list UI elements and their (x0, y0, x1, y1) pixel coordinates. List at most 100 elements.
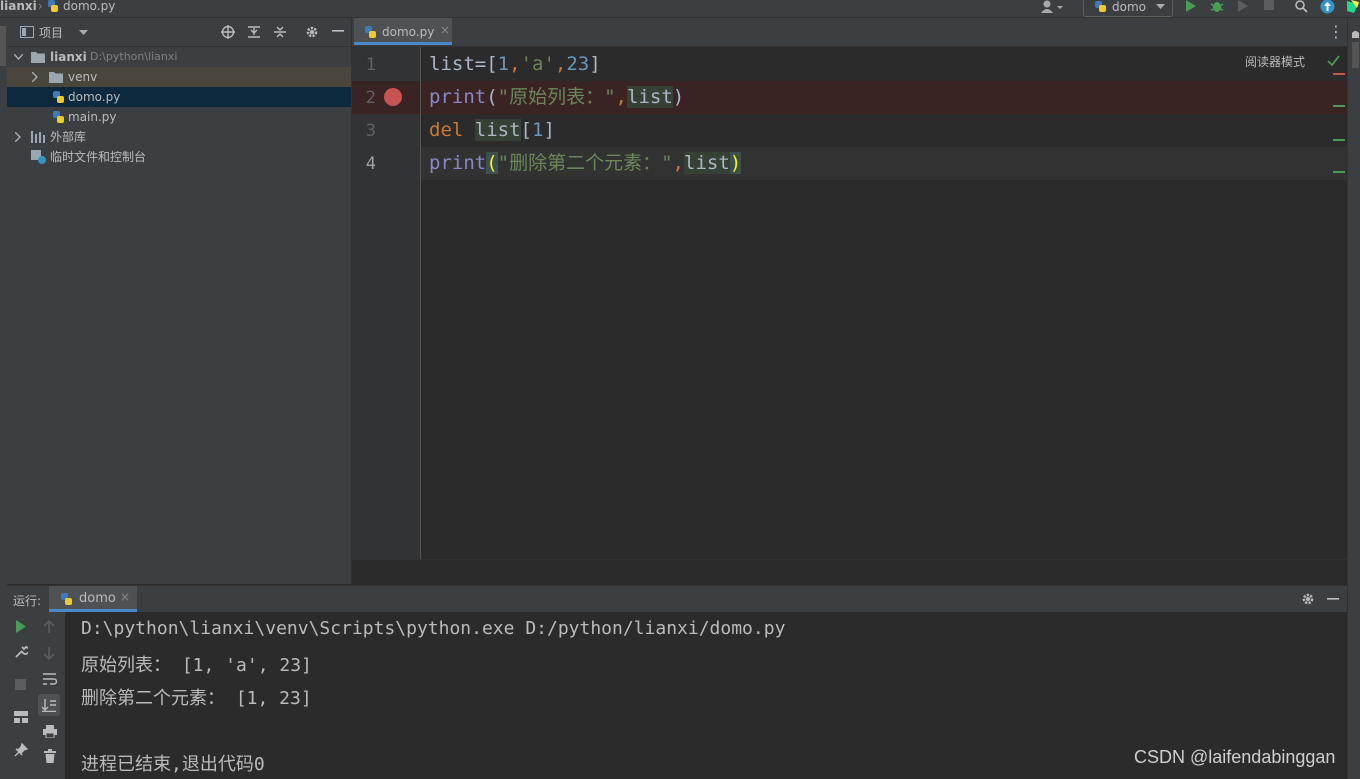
close-icon[interactable]: × (120, 590, 130, 604)
gear-icon[interactable] (1301, 592, 1315, 606)
tree-item-label: 临时文件和控制台 (50, 150, 147, 164)
update-icon[interactable] (1320, 0, 1335, 14)
error-stripe-mark[interactable] (1333, 73, 1345, 75)
run-config-label: domo (1112, 0, 1146, 14)
token: "删除第二个元素：" (497, 152, 673, 174)
right-tool-strip (1347, 18, 1360, 779)
python-icon (1095, 1, 1106, 12)
run-panel-header: 运行: domo × (7, 585, 1347, 613)
token: del (429, 119, 464, 141)
run-icon[interactable] (1185, 0, 1197, 12)
inspection-ok-icon[interactable] (1327, 55, 1340, 66)
minimize-icon[interactable] (1327, 598, 1339, 601)
token: ( (486, 152, 498, 174)
tab-label: domo.py (382, 25, 435, 39)
search-icon[interactable] (1294, 0, 1308, 14)
chevron-down-icon[interactable] (79, 30, 88, 36)
folder-icon (49, 72, 63, 83)
token: ) (729, 152, 742, 174)
tree-item-scratches[interactable]: 临时文件和控制台 (7, 147, 351, 167)
breakpoint-icon[interactable] (383, 87, 403, 107)
stop-icon[interactable] (1263, 0, 1275, 12)
ide-logo-icon[interactable] (1345, 0, 1360, 14)
minimize-icon[interactable] (332, 30, 344, 33)
token: , (672, 152, 684, 174)
run-tab-domo[interactable]: domo × (49, 586, 137, 612)
token: ] (543, 119, 555, 141)
rerun-icon[interactable] (15, 620, 27, 633)
arrow-down-icon[interactable] (43, 646, 55, 660)
run-panel-label: 运行: (13, 594, 42, 608)
expand-all-icon[interactable] (247, 25, 261, 39)
soft-wrap-icon[interactable] (42, 672, 57, 686)
project-panel-header: 项目 (7, 18, 351, 47)
user-icon[interactable] (1040, 0, 1066, 14)
tree-item-label: lianxi (50, 50, 87, 64)
code-line-2: print("原始列表：",list) (429, 81, 684, 114)
pin-icon[interactable] (14, 743, 28, 757)
navigation-bar: lianxi › domo.py domo (0, 0, 1360, 18)
close-icon[interactable]: × (440, 23, 450, 37)
project-panel: 项目 lianxi D:\python\lianxi venv domo.py (7, 18, 352, 584)
project-view-icon (20, 26, 34, 38)
coverage-icon[interactable] (1236, 0, 1250, 13)
locate-target-icon[interactable] (221, 25, 235, 39)
code-line-1: list=[1,'a',23] (429, 48, 601, 81)
debug-icon[interactable] (1210, 0, 1224, 13)
tree-item-venv[interactable]: venv (7, 67, 351, 87)
token: list (627, 86, 673, 108)
library-icon (31, 131, 45, 143)
tree-item-lianxi[interactable]: lianxi D:\python\lianxi (7, 47, 351, 67)
token: list (474, 119, 521, 141)
chevron-right-icon[interactable] (32, 72, 38, 82)
wrench-icon[interactable] (14, 645, 28, 659)
tree-item-external-libraries[interactable]: 外部库 (7, 127, 351, 147)
console-line: D:\python\lianxi\venv\Scripts\python.exe… (81, 618, 786, 639)
token: 1 (532, 119, 544, 141)
trash-icon[interactable] (44, 749, 56, 763)
error-stripe-mark[interactable] (1333, 139, 1345, 141)
run-tab-label: domo (79, 591, 116, 606)
chevron-down-icon (1156, 4, 1165, 9)
layout-icon[interactable] (14, 711, 28, 723)
code-editor[interactable]: list=[1,'a',23] print("原始列表：",list) del … (421, 47, 1347, 559)
token: =[ (474, 53, 498, 75)
token: ( (486, 86, 498, 108)
collapse-all-icon[interactable] (273, 25, 287, 39)
tab-domo-py[interactable]: domo.py × (354, 18, 452, 45)
error-stripe-mark[interactable] (1333, 105, 1345, 107)
more-options-icon[interactable]: ⋮ (1328, 22, 1344, 41)
stop-icon[interactable] (15, 679, 27, 691)
project-tool-button[interactable] (0, 26, 6, 66)
breadcrumb-file[interactable]: domo.py (63, 0, 115, 13)
breadcrumb-project[interactable]: lianxi (0, 0, 37, 13)
tree-item-label: venv (68, 70, 98, 84)
code-line-4: print("删除第二个元素：",list) (429, 147, 742, 180)
token: [ (520, 119, 532, 141)
breadcrumb-separator: › (38, 0, 43, 13)
arrow-up-icon[interactable] (43, 620, 55, 634)
console-line: 原始列表： [1, 'a', 23] (81, 655, 312, 676)
token: , (615, 86, 627, 108)
scroll-to-end-toggle[interactable] (38, 694, 60, 716)
scroll-to-end-icon (42, 699, 56, 712)
error-stripe-mark[interactable] (1333, 171, 1345, 173)
tree-item-main-py[interactable]: main.py (7, 107, 351, 127)
notifications-icon[interactable] (1351, 30, 1360, 70)
chevron-right-icon[interactable] (15, 132, 21, 142)
tree-item-domo-py[interactable]: domo.py (7, 87, 351, 107)
python-icon (61, 593, 72, 605)
print-icon[interactable] (43, 725, 57, 738)
watermark: CSDN @laifendabinggan (1134, 747, 1336, 767)
run-toolbar (7, 612, 65, 779)
token: list (684, 152, 730, 174)
gear-icon[interactable] (305, 25, 319, 39)
token: ] (589, 53, 601, 75)
project-panel-title[interactable]: 项目 (39, 24, 63, 41)
reader-mode-button[interactable]: 阅读器模式 (1245, 53, 1305, 70)
chevron-down-icon[interactable] (14, 54, 23, 60)
run-config-selector[interactable]: domo (1083, 0, 1173, 17)
token: 23 (566, 53, 590, 75)
editor-tab-bar: domo.py × ⋮ (352, 18, 1347, 47)
tree-item-path: D:\python\lianxi (90, 50, 178, 63)
